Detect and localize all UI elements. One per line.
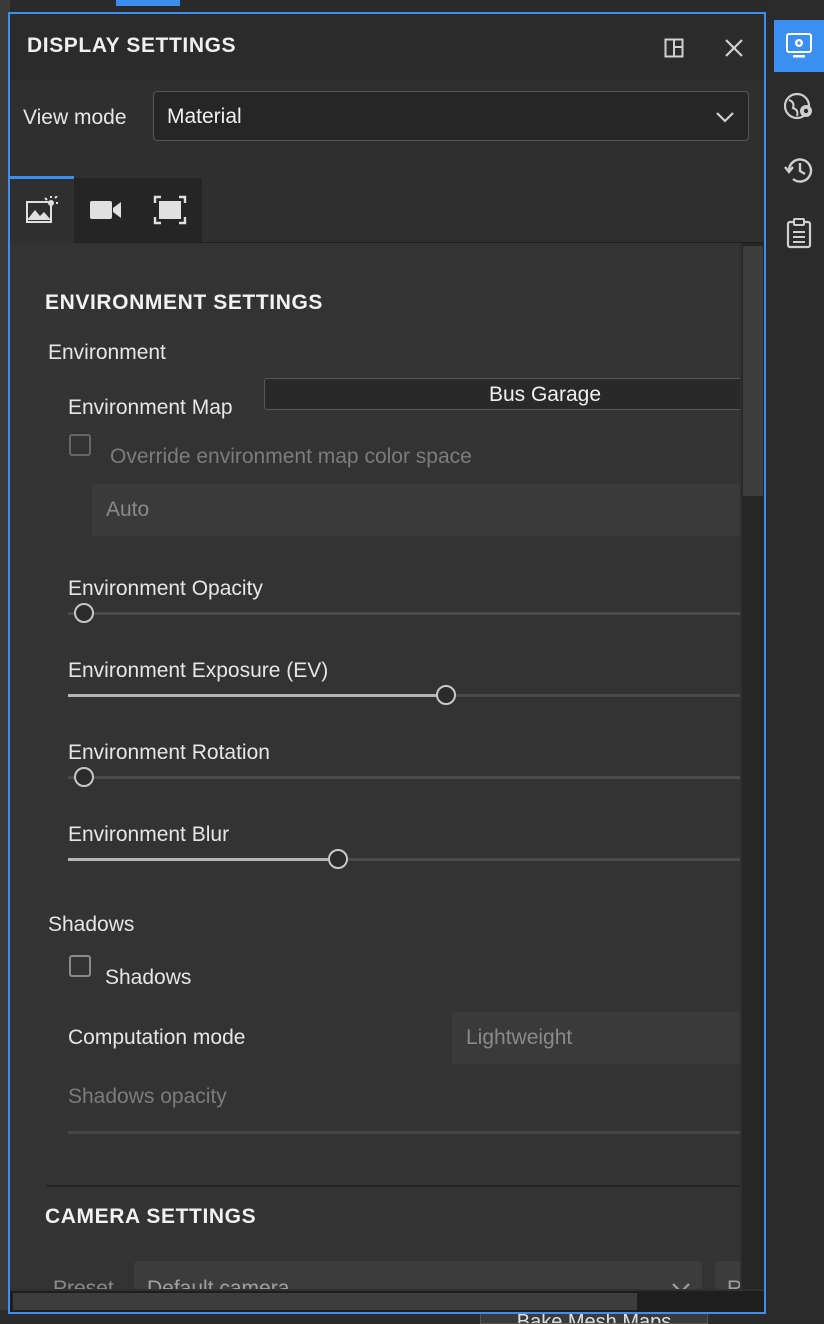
- background-tab-indicator: [116, 0, 180, 6]
- shadows-checkbox[interactable]: [69, 955, 91, 977]
- environment-map-value: Bus Garage: [488, 383, 602, 406]
- close-button[interactable]: [720, 34, 748, 62]
- slider-track: [68, 612, 740, 615]
- vertical-scrollbar-thumb[interactable]: [743, 246, 763, 496]
- shadows-checkbox-label: Shadows: [105, 966, 192, 989]
- history-icon: [784, 158, 813, 183]
- view-mode-value: Material: [167, 105, 242, 128]
- right-rail: [768, 0, 824, 1322]
- shadows-opacity-label: Shadows opacity: [68, 1085, 227, 1108]
- monitor-gear-icon: [786, 33, 812, 58]
- camera-preset-select[interactable]: Default camera: [134, 1261, 702, 1289]
- chevron-down-icon: [716, 112, 734, 123]
- display-settings-rail-button[interactable]: [774, 20, 824, 72]
- section-divider: [46, 1185, 740, 1187]
- slider-knob[interactable]: [74, 603, 94, 623]
- slider-knob[interactable]: [328, 849, 348, 869]
- tab-viewport[interactable]: [138, 178, 202, 242]
- settings-tabbar: [10, 176, 764, 243]
- horizontal-scrollbar-thumb[interactable]: [13, 1293, 637, 1310]
- environment-map-label: Environment Map: [68, 396, 233, 419]
- computation-mode-select[interactable]: Lightweight: [452, 1012, 740, 1064]
- camera-preset-value: Default camera: [147, 1277, 290, 1289]
- slider-fill: [68, 694, 436, 697]
- slider-track: [68, 776, 740, 779]
- image-sun-icon: [26, 196, 58, 223]
- shadows-opacity-slider[interactable]: [68, 1131, 740, 1134]
- panel-title: DISPLAY SETTINGS: [27, 34, 237, 57]
- video-camera-icon: [90, 201, 121, 219]
- frame-icon: [153, 195, 187, 225]
- camera-reset-button[interactable]: R: [715, 1261, 740, 1289]
- computation-mode-value: Lightweight: [466, 1026, 573, 1049]
- history-rail-button[interactable]: [774, 144, 824, 196]
- environment-blur-label: Environment Blur: [68, 823, 230, 846]
- tab-camera[interactable]: [74, 178, 138, 242]
- camera-settings-title: CAMERA SETTINGS: [45, 1205, 257, 1228]
- clipboard-list-icon: [786, 218, 812, 249]
- slider-knob[interactable]: [436, 685, 456, 705]
- override-color-space-label: Override environment map color space: [110, 445, 472, 468]
- globe-gear-icon: [783, 92, 812, 120]
- color-space-select[interactable]: Auto: [92, 484, 740, 536]
- environment-rotation-label: Environment Rotation: [68, 741, 270, 764]
- settings-content: ENVIRONMENT SETTINGS Environment Environ…: [10, 243, 740, 1289]
- environment-settings-title: ENVIRONMENT SETTINGS: [45, 291, 324, 314]
- chevron-down-icon: [672, 1283, 690, 1289]
- color-space-value: Auto: [106, 498, 150, 521]
- log-rail-button[interactable]: [774, 208, 824, 260]
- environment-opacity-label: Environment Opacity: [68, 577, 263, 600]
- view-mode-select[interactable]: Material: [153, 91, 749, 141]
- environment-exposure-label: Environment Exposure (EV): [68, 659, 329, 682]
- tab-environment[interactable]: [10, 176, 74, 243]
- environment-group-label: Environment: [48, 341, 166, 364]
- slider-knob[interactable]: [74, 767, 94, 787]
- display-settings-panel: DISPLAY SETTINGS View mode Material ENVI…: [8, 12, 766, 1314]
- override-color-space-checkbox[interactable]: [69, 434, 91, 456]
- computation-mode-label: Computation mode: [68, 1026, 246, 1049]
- camera-reset-label: R: [727, 1277, 740, 1289]
- slider-fill: [68, 858, 328, 861]
- shadows-group-label: Shadows: [48, 913, 135, 936]
- view-mode-label: View mode: [23, 106, 127, 129]
- environment-map-field[interactable]: Bus Garage: [264, 378, 740, 410]
- close-icon: [725, 39, 743, 57]
- panel-header: DISPLAY SETTINGS: [10, 14, 764, 80]
- dock-button[interactable]: [660, 34, 688, 62]
- view-mode-row: View mode Material: [10, 80, 764, 176]
- dock-layout-icon: [664, 38, 684, 58]
- preset-label: Preset: [53, 1277, 114, 1289]
- globe-settings-rail-button[interactable]: [774, 80, 824, 132]
